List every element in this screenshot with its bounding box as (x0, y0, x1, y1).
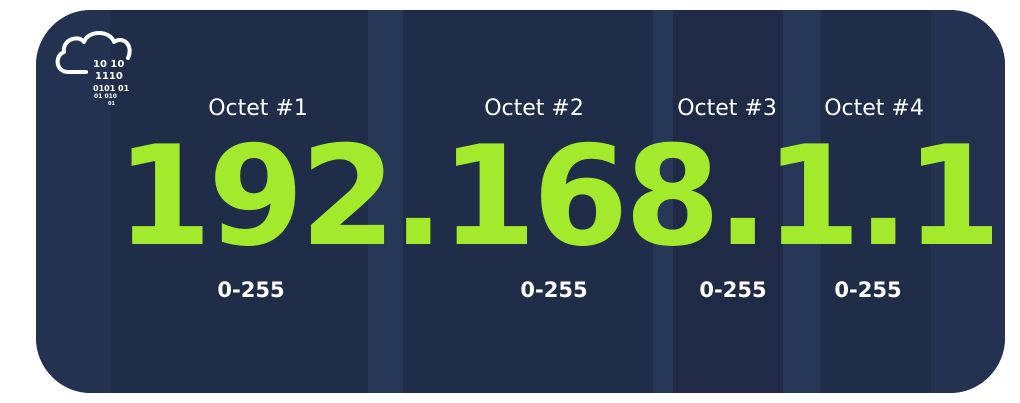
octet-2-range: 0-255 (520, 278, 588, 302)
binary-digits: 01 010 (94, 93, 117, 100)
octet-separator: . (716, 116, 769, 277)
octet-4-value: 1 (905, 116, 1001, 277)
binary-digits: 1110 (95, 71, 123, 82)
octet-separator: . (857, 116, 909, 277)
octet-2-value: 168 (440, 116, 721, 277)
ip-address: 192.168.1.1 (116, 128, 1002, 266)
binary-digits: 01 (108, 101, 115, 107)
octet-3-value: 1 (765, 116, 861, 277)
octet-1-value: 192 (116, 116, 396, 277)
octet-separator: . (392, 116, 444, 277)
cloud-binary-icon: 10 10 1110 0101 01 01 010 01 (50, 28, 140, 118)
octet-1-range: 0-255 (217, 278, 285, 302)
binary-digits: 0101 01 (93, 84, 130, 93)
octet-3-range: 0-255 (699, 278, 767, 302)
octet-4-range: 0-255 (834, 278, 902, 302)
binary-digits: 10 10 (93, 59, 125, 70)
